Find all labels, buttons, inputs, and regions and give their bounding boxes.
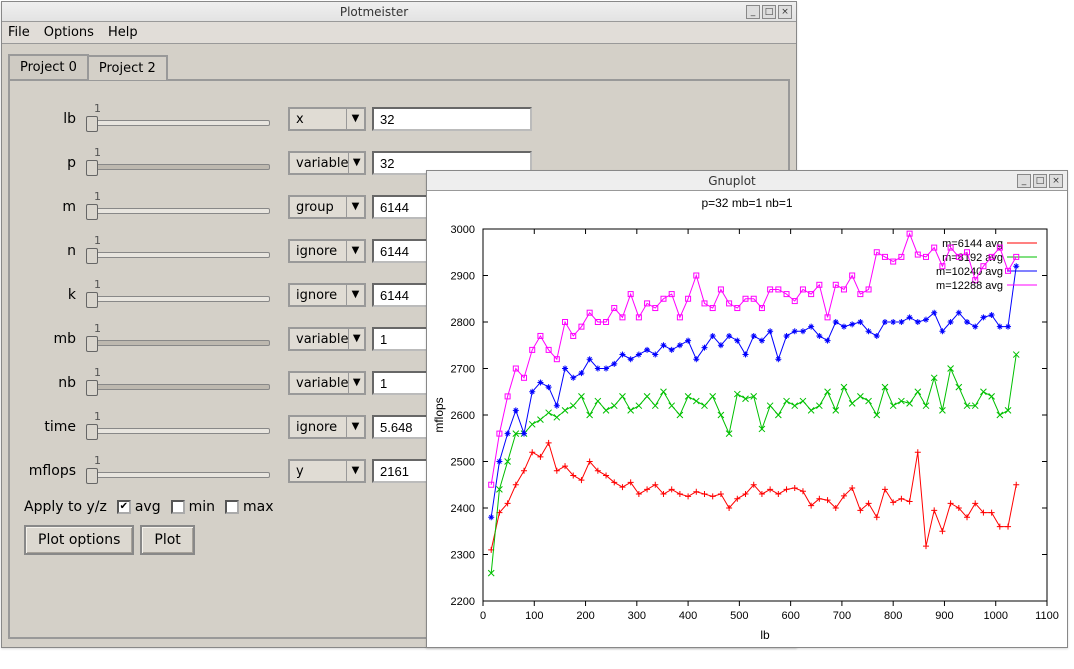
plot-button[interactable]: Plot (140, 525, 194, 555)
svg-text:800: 800 (884, 610, 902, 622)
slider-k[interactable]: 1 (84, 280, 274, 310)
tab-project-2[interactable]: Project 2 (87, 55, 168, 80)
param-label-time: time (24, 419, 84, 435)
project-tabs: Project 0 Project 2 (2, 44, 796, 79)
plot-titlebar[interactable]: Gnuplot _ □ × (427, 171, 1067, 191)
plot-close-icon[interactable]: × (1049, 174, 1063, 188)
chevron-down-icon: ▼ (348, 329, 364, 349)
svg-text:400: 400 (679, 610, 697, 622)
svg-text:2800: 2800 (451, 317, 475, 329)
menubar: File Options Help (2, 22, 796, 44)
param-label-mb: mb (24, 331, 84, 347)
svg-text:2700: 2700 (451, 364, 475, 376)
plot-options-button[interactable]: Plot options (24, 525, 134, 555)
svg-text:2200: 2200 (451, 596, 475, 608)
slider-lb[interactable]: 1 (84, 104, 274, 134)
menu-help[interactable]: Help (108, 25, 138, 40)
param-label-k: k (24, 287, 84, 303)
chevron-down-icon: ▼ (346, 241, 364, 261)
plot-canvas: p=32 mb=1 nb=1 0 100 200 300 400 500 600 700 800 9… (427, 191, 1067, 647)
svg-text:2900: 2900 (451, 271, 475, 283)
slider-p[interactable]: 1 (84, 148, 274, 178)
gnuplot-window: Gnuplot _ □ × p=32 mb=1 nb=1 0 100 200 300 40… (426, 170, 1068, 648)
plot-title: Gnuplot (447, 174, 1017, 188)
param-label-n: n (24, 243, 84, 259)
apply-label: Apply to y/z (24, 499, 107, 515)
chevron-down-icon: ▼ (346, 109, 364, 129)
chevron-down-icon: ▼ (348, 373, 364, 393)
svg-text:300: 300 (628, 610, 646, 622)
svg-text:600: 600 (781, 610, 799, 622)
mode-select-lb[interactable]: x▼ (288, 107, 366, 131)
slider-n[interactable]: 1 (84, 236, 274, 266)
param-label-m: m (24, 199, 84, 215)
check-label-min: min (189, 499, 215, 515)
mode-select-time[interactable]: ignore▼ (288, 415, 366, 439)
legend-entry: m=10240 avg (936, 266, 1003, 278)
plot-minimize-icon[interactable]: _ (1017, 174, 1031, 188)
svg-text:100: 100 (525, 610, 543, 622)
slider-time[interactable]: 1 (84, 412, 274, 442)
check-avg[interactable]: ✔ (117, 500, 131, 514)
menu-file[interactable]: File (8, 25, 30, 40)
check-label-avg: avg (135, 499, 161, 515)
chevron-down-icon: ▼ (346, 285, 364, 305)
main-titlebar[interactable]: Plotmeister _ □ × (2, 2, 796, 22)
svg-text:2300: 2300 (451, 550, 475, 562)
param-label-p: p (24, 155, 84, 171)
svg-text:700: 700 (833, 610, 851, 622)
chevron-down-icon: ▼ (346, 461, 364, 481)
mode-select-mflops[interactable]: y▼ (288, 459, 366, 483)
value-input-lb[interactable] (372, 107, 532, 131)
mode-select-n[interactable]: ignore▼ (288, 239, 366, 263)
ylabel: mflops (432, 397, 446, 432)
param-row-lb: lb1 x▼ (24, 97, 774, 141)
mode-select-nb[interactable]: variable▼ (288, 371, 366, 395)
chart-title: p=32 mb=1 nb=1 (701, 196, 792, 210)
svg-text:500: 500 (730, 610, 748, 622)
check-label-max: max (243, 499, 274, 515)
slider-mb[interactable]: 1 (84, 324, 274, 354)
svg-text:0: 0 (480, 610, 486, 622)
slider-m[interactable]: 1 (84, 192, 274, 222)
svg-text:900: 900 (935, 610, 953, 622)
menu-options[interactable]: Options (44, 25, 94, 40)
chevron-down-icon: ▼ (348, 153, 364, 173)
maximize-icon[interactable]: □ (762, 5, 776, 19)
mode-select-mb[interactable]: variable▼ (288, 327, 366, 351)
chart-svg: p=32 mb=1 nb=1 0 100 200 300 400 500 600 700 800 9… (427, 191, 1067, 647)
svg-text:2500: 2500 (451, 457, 475, 469)
close-icon[interactable]: × (778, 5, 792, 19)
svg-text:2600: 2600 (451, 410, 475, 422)
chevron-down-icon: ▼ (346, 417, 364, 437)
xlabel: lb (760, 628, 770, 642)
plot-maximize-icon[interactable]: □ (1033, 174, 1047, 188)
mode-select-m[interactable]: group▼ (288, 195, 366, 219)
param-label-lb: lb (24, 111, 84, 127)
slider-nb[interactable]: 1 (84, 368, 274, 398)
svg-text:1100: 1100 (1035, 610, 1059, 622)
svg-text:200: 200 (576, 610, 594, 622)
svg-text:1000: 1000 (983, 610, 1007, 622)
param-label-mflops: mflops (24, 463, 84, 479)
main-title: Plotmeister (2, 5, 746, 19)
tab-project-0[interactable]: Project 0 (8, 54, 89, 79)
check-max[interactable] (225, 500, 239, 514)
mode-select-p[interactable]: variable▼ (288, 151, 366, 175)
mode-select-k[interactable]: ignore▼ (288, 283, 366, 307)
minimize-icon[interactable]: _ (746, 5, 760, 19)
chevron-down-icon: ▼ (346, 197, 364, 217)
param-label-nb: nb (24, 375, 84, 391)
svg-text:2400: 2400 (451, 503, 475, 515)
slider-mflops[interactable]: 1 (84, 456, 274, 486)
svg-text:3000: 3000 (451, 224, 475, 236)
check-min[interactable] (171, 500, 185, 514)
legend-entry: m=12288 avg (936, 280, 1003, 292)
